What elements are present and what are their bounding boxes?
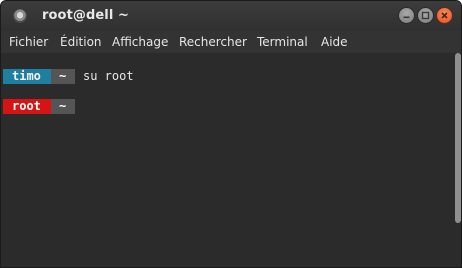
menu-rechercher[interactable]: Rechercher	[179, 35, 247, 49]
maximize-button[interactable]	[417, 7, 434, 24]
window-title: root@dell ~	[42, 8, 130, 23]
menu-affichage[interactable]: Affichage	[112, 35, 168, 49]
menu-terminal[interactable]: Terminal	[257, 35, 308, 49]
prompt-dir-segment: ~	[51, 69, 75, 84]
minimize-button[interactable]	[398, 7, 415, 24]
prompt-user-segment: timo	[3, 69, 51, 84]
terminal-window: root@dell ~ Fichier Édition Affichage Re…	[0, 0, 462, 268]
menubar: Fichier Édition Affichage Rechercher Ter…	[1, 31, 461, 53]
terminal-output[interactable]: timo ~ su root root ~	[1, 53, 461, 267]
titlebar[interactable]: root@dell ~	[1, 1, 461, 31]
menu-edition[interactable]: Édition	[60, 35, 102, 49]
close-icon	[441, 12, 448, 19]
prompt-user-segment: root	[3, 99, 51, 114]
scrollbar[interactable]	[455, 53, 461, 223]
prompt-command: su root	[83, 69, 134, 83]
menu-fichier[interactable]: Fichier	[9, 35, 48, 49]
prompt-dir-segment: ~	[51, 99, 75, 114]
minimize-icon	[403, 16, 410, 19]
close-button[interactable]	[436, 7, 453, 24]
menu-aide[interactable]: Aide	[321, 35, 348, 49]
maximize-icon	[421, 11, 430, 20]
terminal-app-icon	[13, 9, 27, 23]
